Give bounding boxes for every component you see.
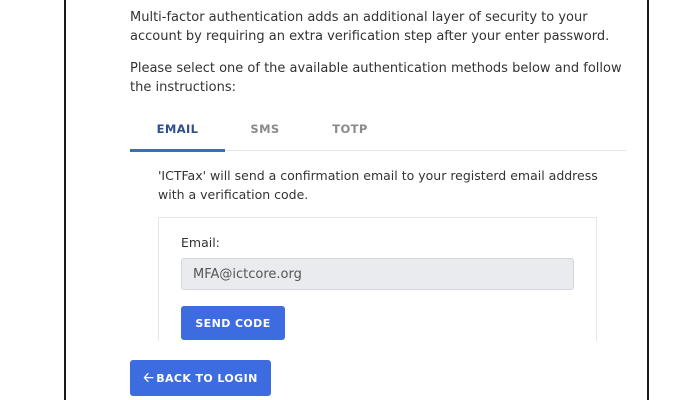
left-border: [64, 0, 66, 400]
send-code-button[interactable]: SEND CODE: [181, 306, 285, 340]
email-verification-card: Email: SEND CODE: [158, 217, 597, 341]
mfa-intro-text: Multi-factor authentication adds an addi…: [130, 10, 610, 44]
email-method-description: 'ICTFax' will send a confirmation email …: [158, 168, 598, 202]
email-label: Email:: [181, 235, 220, 250]
mfa-instructions-text: Please select one of the available authe…: [130, 61, 622, 95]
email-field[interactable]: [181, 258, 574, 290]
tab-sms[interactable]: SMS: [230, 112, 300, 150]
tab-email[interactable]: EMAIL: [130, 112, 225, 152]
tab-totp[interactable]: TOTP: [315, 112, 385, 150]
tab-totp-label: TOTP: [332, 122, 368, 136]
arrow-left-icon: 🡠: [143, 370, 155, 386]
back-to-login-label: BACK TO LOGIN: [156, 371, 258, 385]
tab-sms-label: SMS: [250, 122, 280, 136]
active-tab-indicator: [130, 149, 225, 152]
back-to-login-button[interactable]: 🡠 BACK TO LOGIN: [130, 360, 271, 396]
tab-email-label: EMAIL: [156, 122, 199, 136]
right-border: [647, 0, 649, 400]
auth-method-tabs: EMAIL SMS TOTP: [130, 112, 626, 152]
